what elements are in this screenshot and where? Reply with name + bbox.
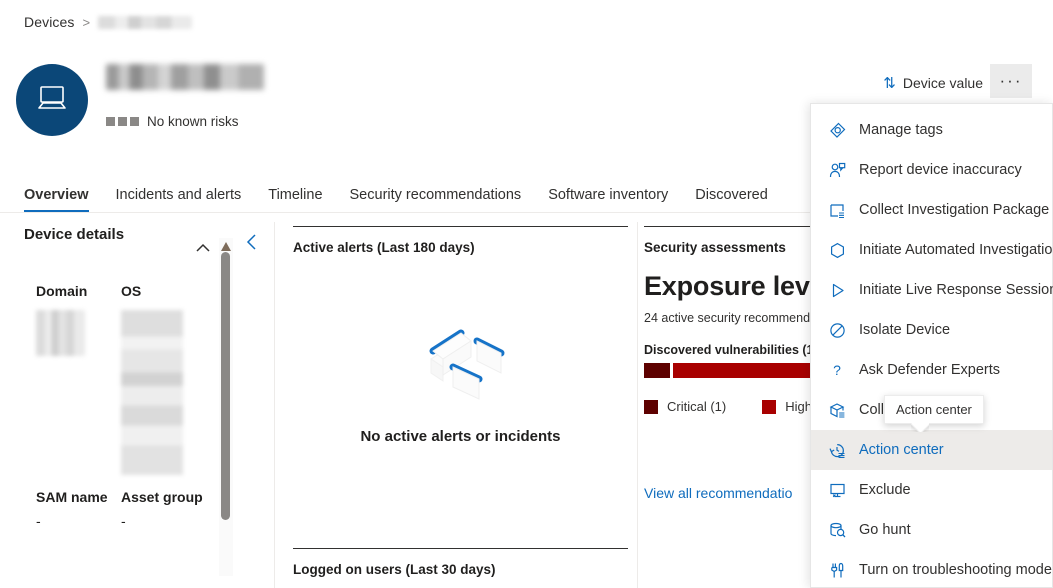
menu-item-manage-tags-label: Manage tags xyxy=(859,122,943,138)
device-details-fields: Domain OS SAM name - Asset group - xyxy=(36,282,206,531)
chevron-up-icon[interactable] xyxy=(193,238,213,258)
sort-arrows-icon: ⇅ xyxy=(883,76,895,91)
tag-icon xyxy=(828,121,846,139)
more-actions-button[interactable]: ··· xyxy=(990,64,1032,98)
menu-item-isolate-device[interactable]: Isolate Device xyxy=(811,310,1052,350)
menu-item-manage-tags[interactable]: Manage tags xyxy=(811,110,1052,150)
menu-item-turn-on-troubleshooting-mode[interactable]: Turn on troubleshooting mode xyxy=(811,550,1052,588)
tooltip-text: Action center xyxy=(896,402,972,417)
menu-item-ask-defender-experts-label: Ask Defender Experts xyxy=(859,362,1000,378)
column-divider-left xyxy=(274,222,275,588)
menu-item-exclude[interactable]: Exclude xyxy=(811,470,1052,510)
risk-level-label: No known risks xyxy=(147,114,239,129)
ellipsis-icon: ··· xyxy=(1000,71,1023,91)
device-details-panel: Device details xyxy=(24,226,204,243)
menu-item-report-device-inaccuracy[interactable]: Report device inaccuracy xyxy=(811,150,1052,190)
legend-swatch-critical xyxy=(644,400,658,414)
breadcrumb: Devices > xyxy=(24,14,192,30)
field-label-asset-group: Asset group xyxy=(121,488,206,507)
database-search-icon xyxy=(828,521,846,539)
logged-on-users-card: Logged on users (Last 30 days) xyxy=(293,548,628,577)
field-label-os: OS xyxy=(121,282,206,301)
tab-timeline[interactable]: Timeline xyxy=(268,187,322,212)
device-name-redacted xyxy=(106,64,264,90)
column-divider-right xyxy=(637,222,638,588)
tooltip-arrow-icon xyxy=(911,423,929,432)
menu-item-report-device-inaccuracy-label: Report device inaccuracy xyxy=(859,162,1022,178)
field-label-domain: Domain xyxy=(36,282,121,301)
hexagon-icon xyxy=(828,241,846,259)
menu-item-isolate-device-label: Isolate Device xyxy=(859,322,950,338)
bar-segment-critical xyxy=(644,363,670,378)
menu-item-turn-on-troubleshooting-mode-label: Turn on troubleshooting mode xyxy=(859,562,1052,578)
breadcrumb-devices-link[interactable]: Devices xyxy=(24,14,75,30)
breadcrumb-separator: > xyxy=(83,15,91,30)
play-triangle-icon xyxy=(828,281,846,299)
alerts-empty-state: No active alerts or incidents xyxy=(293,315,628,445)
chevron-left-icon[interactable] xyxy=(243,232,261,252)
tab-software-inventory-label: Software inventory xyxy=(548,187,668,203)
alerts-empty-state-text: No active alerts or incidents xyxy=(293,428,628,445)
breadcrumb-device-name-redacted xyxy=(98,16,192,29)
menu-item-action-center[interactable]: Action center xyxy=(811,430,1052,470)
device-details-title: Device details xyxy=(24,226,204,243)
tab-overview-label: Overview xyxy=(24,187,89,203)
tab-timeline-label: Timeline xyxy=(268,187,322,203)
device-value-button[interactable]: ⇅ Device value xyxy=(879,70,987,96)
legend-label-critical: Critical (1) xyxy=(667,399,726,414)
block-circle-icon xyxy=(828,321,846,339)
menu-item-initiate-live-response-session-label: Initiate Live Response Session xyxy=(859,282,1053,298)
menu-item-collect-investigation-package[interactable]: Collect Investigation Package xyxy=(811,190,1052,230)
menu-item-go-hunt[interactable]: Go hunt xyxy=(811,510,1052,550)
risk-level-squares-icon xyxy=(106,117,139,126)
question-mark-icon: ? xyxy=(828,361,846,379)
logged-on-users-rule xyxy=(293,548,628,549)
menu-item-go-hunt-label: Go hunt xyxy=(859,522,911,538)
person-feedback-icon xyxy=(828,161,846,179)
menu-item-action-center-label: Action center xyxy=(859,442,944,458)
field-value-asset-group: - xyxy=(121,512,206,531)
tab-incidents-and-alerts[interactable]: Incidents and alerts xyxy=(116,187,242,212)
tab-security-recommendations[interactable]: Security recommendations xyxy=(350,187,522,212)
box-list-icon xyxy=(828,401,846,419)
laptop-icon xyxy=(35,85,69,116)
logged-on-users-heading: Logged on users (Last 30 days) xyxy=(293,562,628,577)
sidebar-scrollbar-thumb[interactable] xyxy=(221,252,230,520)
menu-item-ask-defender-experts[interactable]: ? Ask Defender Experts xyxy=(811,350,1052,390)
active-alerts-rule xyxy=(293,226,628,227)
monitor-exclude-icon xyxy=(828,481,846,499)
active-alerts-card: Active alerts (Last 180 days) xyxy=(293,226,628,255)
device-page: Devices > No known risks ⇅ Device value … xyxy=(0,0,1053,588)
menu-item-initiate-automated-investigation[interactable]: Initiate Automated Investigation xyxy=(811,230,1052,270)
tab-security-recommendations-label: Security recommendations xyxy=(350,187,522,203)
device-risk-indicator: No known risks xyxy=(106,114,239,129)
tab-overview[interactable]: Overview xyxy=(24,187,89,212)
tab-incidents-and-alerts-label: Incidents and alerts xyxy=(116,187,242,203)
tab-discovered-label: Discovered xyxy=(695,187,768,203)
menu-item-exclude-label: Exclude xyxy=(859,482,911,498)
scrollbar-up-arrow-icon[interactable] xyxy=(221,238,231,247)
history-list-icon xyxy=(828,441,846,459)
package-collect-icon xyxy=(828,201,846,219)
legend-item-critical: Critical (1) xyxy=(644,399,726,414)
legend-swatch-high xyxy=(762,400,776,414)
menu-item-initiate-live-response-session[interactable]: Initiate Live Response Session xyxy=(811,270,1052,310)
tab-software-inventory[interactable]: Software inventory xyxy=(548,187,668,212)
action-center-tooltip: Action center xyxy=(884,395,984,424)
view-all-recommendations-link[interactable]: View all recommendatio xyxy=(644,485,792,501)
menu-item-initiate-automated-investigation-label: Initiate Automated Investigation xyxy=(859,242,1053,258)
field-value-os-redacted xyxy=(121,310,183,475)
field-value-sam-name: - xyxy=(36,512,121,531)
tab-discovered[interactable]: Discovered xyxy=(695,187,768,212)
tab-bar: Overview Incidents and alerts Timeline S… xyxy=(24,170,768,212)
device-value-label: Device value xyxy=(903,75,983,91)
tools-icon xyxy=(828,561,846,579)
menu-item-collect-investigation-package-label: Collect Investigation Package xyxy=(859,202,1049,218)
field-value-domain-redacted xyxy=(36,310,85,356)
device-actions-menu: Manage tags Report device inaccuracy Col… xyxy=(810,103,1053,588)
empty-cards-illustration-icon xyxy=(399,398,523,415)
field-label-sam-name: SAM name xyxy=(36,488,121,507)
device-avatar xyxy=(16,64,88,136)
active-alerts-heading: Active alerts (Last 180 days) xyxy=(293,240,628,255)
